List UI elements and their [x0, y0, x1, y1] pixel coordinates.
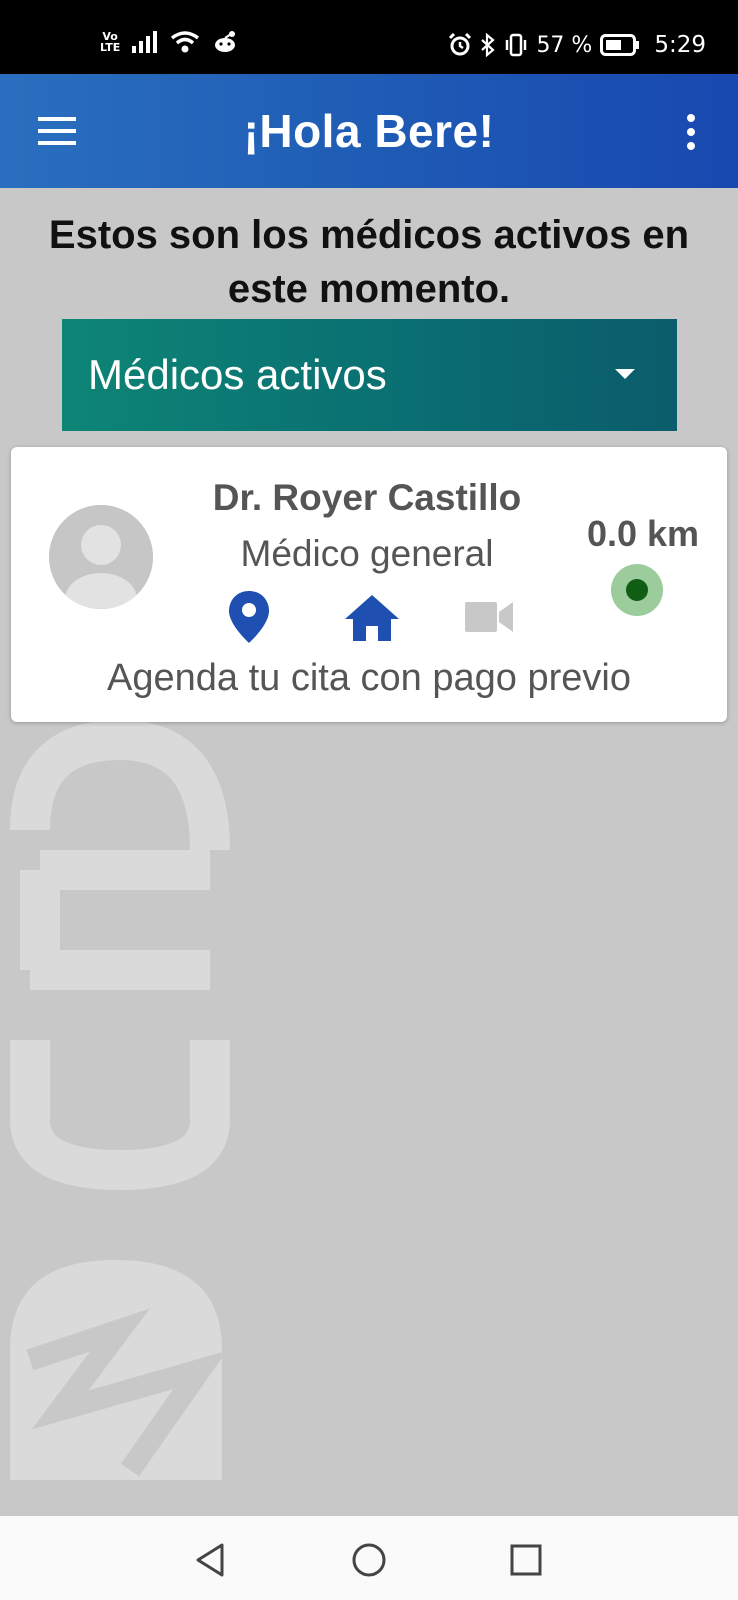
system-navigation-bar [0, 1516, 738, 1600]
appointment-cta[interactable]: Agenda tu cita con pago previo [11, 657, 727, 700]
notification-app-icon [215, 31, 236, 52]
watermark-logo [10, 719, 230, 1480]
dropdown-selected-value: Médicos activos [88, 351, 387, 398]
alarm-icon [449, 33, 472, 56]
doctor-specialty: Médico general [240, 533, 494, 574]
doctor-distance: 0.0 km [586, 513, 700, 554]
status-left-group: Vo LTE [100, 30, 238, 54]
app-bar: ¡Hola Bere! [0, 74, 738, 188]
page-heading: Estos son los médicos activos en este mo… [48, 213, 690, 311]
avatar [49, 505, 153, 609]
vibrate-icon [506, 33, 527, 57]
recents-square-icon[interactable] [506, 1540, 546, 1580]
doctor-name: Dr. Royer Castillo [212, 477, 522, 518]
caret-down-icon [615, 369, 635, 379]
wifi-icon [171, 31, 200, 53]
battery-icon [600, 34, 640, 56]
back-triangle-icon[interactable] [192, 1540, 232, 1580]
online-status-dot [626, 579, 648, 601]
more-vert-icon [687, 114, 695, 150]
status-bar: Vo LTE 57 % 5:29 [0, 0, 738, 74]
app-screen: Vo LTE 57 % 5:29 ¡Hola Bere! Estos son l… [0, 0, 738, 1600]
overflow-menu-button[interactable] [684, 112, 698, 152]
video-camera-icon[interactable] [463, 599, 515, 635]
volte-indicator: Vo LTE [100, 30, 121, 54]
app-title: ¡Hola Bere! [243, 105, 495, 157]
bluetooth-icon [481, 33, 496, 57]
online-status-indicator [611, 564, 663, 616]
doctor-card[interactable]: Dr. Royer Castillo Médico general 0.0 km… [11, 447, 727, 722]
person-placeholder-icon [49, 505, 153, 609]
home-circle-icon[interactable] [349, 1540, 389, 1580]
status-time: 5:29 [654, 32, 706, 58]
home-icon[interactable] [343, 593, 401, 643]
signal-icon [132, 31, 158, 53]
battery-percent: 57 % [536, 32, 593, 58]
doctor-filter-dropdown[interactable]: Médicos activos [62, 319, 677, 431]
location-pin-icon[interactable] [227, 589, 271, 645]
status-right-group: 57 % 5:29 [448, 32, 706, 58]
